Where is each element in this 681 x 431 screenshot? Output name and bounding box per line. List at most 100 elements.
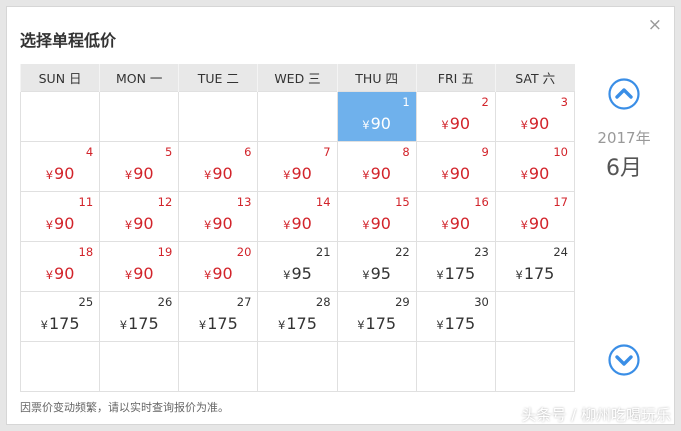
day-cell[interactable]: 23 ¥175 [415, 240, 496, 292]
day-price: ¥175 [179, 314, 257, 333]
currency-symbol: ¥ [124, 267, 133, 282]
price-value: 90 [528, 163, 550, 183]
prev-month-icon[interactable] [607, 77, 641, 111]
day-cell[interactable]: 28 ¥175 [257, 290, 338, 342]
currency-symbol: ¥ [124, 167, 133, 182]
day-cell[interactable]: 7 ¥90 [257, 140, 338, 192]
day-number: 30 [474, 294, 489, 309]
calendar-week-row: 1 ¥90 2 ¥90 3 ¥90 [19, 90, 576, 142]
price-value: 90 [133, 163, 154, 183]
day-cell[interactable]: 19 ¥90 [99, 240, 180, 292]
day-cell[interactable]: 6 ¥90 [178, 140, 259, 192]
currency-symbol: ¥ [283, 167, 291, 182]
day-cell[interactable]: 15 ¥90 [336, 190, 417, 242]
day-price: ¥95 [258, 264, 336, 283]
weekday-header: FRI 五 [415, 64, 496, 91]
currency-symbol: ¥ [441, 167, 449, 182]
currency-symbol: ¥ [441, 117, 449, 132]
day-cell[interactable]: 2 ¥90 [415, 90, 496, 142]
day-number: 8 [402, 144, 410, 159]
day-cell[interactable]: 21 ¥95 [257, 240, 338, 292]
close-icon[interactable]: × [648, 15, 662, 35]
day-price: ¥90 [100, 264, 178, 283]
month-navigator: 2017年 6月 [587, 77, 661, 182]
day-number: 24 [553, 244, 568, 259]
day-cell[interactable]: 13 ¥90 [178, 190, 259, 242]
empty-day-cell [99, 340, 180, 392]
day-cell[interactable]: 10 ¥90 [494, 140, 576, 192]
price-value: 90 [291, 213, 312, 233]
currency-symbol: ¥ [283, 217, 291, 232]
day-cell[interactable]: 5 ¥90 [99, 140, 180, 192]
price-value: 90 [449, 213, 471, 233]
day-price: ¥90 [179, 164, 257, 183]
day-price: ¥175 [496, 264, 574, 283]
day-price: ¥90 [21, 164, 99, 183]
day-price: ¥175 [338, 314, 416, 333]
currency-symbol: ¥ [362, 217, 370, 232]
currency-symbol: ¥ [124, 217, 133, 232]
currency-symbol: ¥ [45, 167, 54, 182]
calendar-week-row: 11 ¥90 12 ¥90 13 ¥90 14 ¥90 15 ¥90 16 ¥90 17 ¥90 [19, 190, 576, 242]
day-price: ¥95 [338, 264, 416, 283]
day-cell[interactable]: 1 ¥90 [336, 90, 417, 142]
day-price: ¥90 [258, 214, 336, 233]
day-number: 19 [157, 244, 173, 259]
day-cell[interactable]: 17 ¥90 [494, 190, 576, 242]
day-cell[interactable]: 24 ¥175 [494, 240, 576, 292]
watermark: 头条号 / 柳州吃喝玩乐 [521, 406, 671, 424]
weekday-header: WED 三 [257, 64, 338, 91]
day-number: 22 [395, 244, 410, 259]
currency-symbol: ¥ [204, 267, 212, 282]
month-label: 6月 [606, 156, 642, 181]
day-number: 9 [481, 144, 489, 159]
day-cell[interactable]: 27 ¥175 [178, 290, 259, 342]
calendar-grid: SUN 日 MON 一 TUE 二 WED 三 THU 四 FRI 五 SAT … [19, 64, 576, 392]
day-cell[interactable]: 3 ¥90 [494, 90, 576, 142]
price-value: 90 [54, 163, 75, 183]
next-month-wrap [587, 343, 661, 381]
price-value: 175 [48, 313, 80, 333]
day-cell[interactable]: 18 ¥90 [19, 240, 101, 292]
price-calendar-dialog: 选择单程低价 × SUN 日 MON 一 TUE 二 WED 三 THU 四 F… [6, 6, 675, 425]
day-cell[interactable]: 8 ¥90 [336, 140, 417, 192]
day-cell[interactable]: 25 ¥175 [19, 290, 101, 342]
day-number: 18 [78, 244, 94, 259]
price-value: 90 [449, 163, 471, 183]
price-value: 175 [286, 313, 317, 333]
day-number: 1 [402, 94, 410, 109]
price-value: 175 [128, 313, 159, 333]
empty-day-cell [336, 340, 417, 392]
day-cell[interactable]: 9 ¥90 [415, 140, 496, 192]
currency-symbol: ¥ [40, 317, 48, 332]
day-price: ¥90 [21, 264, 99, 283]
currency-symbol: ¥ [204, 167, 212, 182]
day-cell[interactable]: 26 ¥175 [99, 290, 180, 342]
day-cell[interactable]: 11 ¥90 [19, 190, 101, 242]
day-price: ¥90 [338, 214, 416, 233]
next-month-icon[interactable] [607, 343, 641, 377]
currency-symbol: ¥ [204, 217, 212, 232]
day-cell[interactable]: 16 ¥90 [415, 190, 496, 242]
empty-day-cell [415, 340, 496, 392]
day-price: ¥90 [338, 164, 416, 183]
day-cell[interactable]: 29 ¥175 [336, 290, 417, 342]
day-price: ¥175 [21, 314, 99, 333]
empty-day-cell [99, 90, 180, 142]
day-number: 4 [85, 144, 94, 159]
day-cell[interactable]: 14 ¥90 [257, 190, 338, 242]
price-value: 95 [291, 263, 312, 283]
price-value: 90 [370, 113, 391, 133]
calendar-week-row: 18 ¥90 19 ¥90 20 ¥90 21 ¥95 22 ¥95 23 ¥175 24 ¥175 [19, 240, 576, 292]
currency-symbol: ¥ [520, 217, 528, 232]
day-cell[interactable]: 20 ¥90 [178, 240, 259, 292]
day-cell[interactable]: 12 ¥90 [99, 190, 180, 242]
day-cell[interactable]: 4 ¥90 [19, 140, 101, 192]
price-value: 90 [449, 113, 471, 133]
day-cell[interactable]: 30 ¥175 [415, 290, 496, 342]
weekday-header: MON 一 [99, 64, 179, 91]
price-value: 175 [444, 313, 476, 333]
calendar-week-row: 4 ¥90 5 ¥90 6 ¥90 7 ¥90 8 ¥90 9 ¥90 10 ¥90 [19, 140, 576, 192]
day-cell[interactable]: 22 ¥95 [336, 240, 417, 292]
empty-day-cell [178, 340, 259, 392]
